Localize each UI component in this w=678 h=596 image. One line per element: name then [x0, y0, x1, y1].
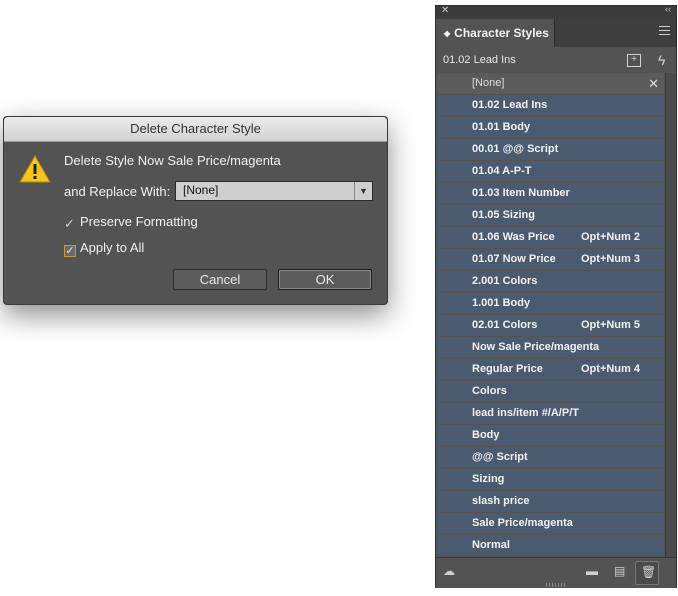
style-name: 2.001 Colors	[472, 275, 538, 287]
list-item[interactable]: @@ Script	[437, 447, 664, 468]
delete-style-button[interactable]: 🗑	[635, 561, 659, 585]
cloud-icon[interactable]: ☁	[443, 564, 455, 578]
style-name: Now Sale Price/magenta	[472, 341, 600, 353]
new-style-from-selection-icon[interactable]: +	[627, 54, 641, 67]
checkmark-icon: ✓	[64, 245, 76, 257]
list-item[interactable]: Now Sale Price/magenta	[437, 337, 664, 358]
close-icon[interactable]: ✕	[441, 5, 449, 16]
list-item[interactable]: Regular Price Opt+Num 4	[437, 359, 664, 380]
list-item[interactable]: 2.001 Colors	[437, 271, 664, 292]
style-name: 02.01 Colors	[472, 319, 538, 331]
list-item[interactable]: 01.01 Body	[437, 117, 664, 138]
style-name: 00.01 @@ Script	[472, 143, 559, 155]
replace-style-select[interactable]: [None] ▼	[175, 181, 373, 201]
style-shortcut: Opt+Num 4	[581, 363, 640, 375]
list-item[interactable]: lead ins/item #/A/P/T	[437, 403, 664, 424]
preserve-formatting-checkbox[interactable]: ✓ Preserve Formatting	[64, 214, 198, 230]
list-item[interactable]: Sale Price/magenta	[437, 513, 664, 534]
style-name: 1.001 Body	[472, 297, 531, 309]
style-name: Sale Price/magenta	[472, 517, 573, 529]
list-item[interactable]: 02.01 Colors Opt+Num 5	[437, 315, 664, 336]
current-style-name: 01.02 Lead Ins	[443, 54, 516, 66]
style-name: 01.03 Item Number	[472, 187, 570, 199]
list-item[interactable]: slash price	[437, 491, 664, 512]
list-item[interactable]: Sizing	[437, 469, 664, 490]
tab-character-styles[interactable]: ◆ Character Styles	[436, 19, 555, 47]
style-name: Sizing	[472, 473, 505, 485]
warning-icon	[19, 155, 51, 183]
style-name: lead ins/item #/A/P/T	[472, 407, 579, 419]
collapse-icon[interactable]: ‹‹	[665, 4, 671, 14]
style-name: [None]	[472, 77, 505, 89]
apply-to-all-checkbox[interactable]: ✓ Apply to All	[64, 240, 144, 257]
style-name: 01.06 Was Price	[472, 231, 555, 243]
panel-top-strip: ✕ ‹‹	[436, 4, 676, 17]
expand-icon: ◆	[444, 29, 451, 38]
style-name: 01.01 Body	[472, 121, 531, 133]
panel-tab-bar: ◆ Character Styles	[436, 17, 676, 47]
style-shortcut: Opt+Num 2	[581, 231, 640, 243]
chevron-down-icon[interactable]: ▼	[354, 182, 372, 200]
panel-footer: ☁ ▬ ▤ 🗑	[436, 557, 676, 588]
trash-icon: 🗑	[641, 565, 657, 579]
new-style-icon[interactable]: ▤	[614, 564, 625, 578]
resize-grip[interactable]	[546, 583, 566, 587]
list-item[interactable]: 1.001 Body	[437, 293, 664, 314]
list-item[interactable]: Normal	[437, 535, 664, 556]
style-name: Body	[472, 429, 500, 441]
list-item[interactable]: 01.02 Lead Ins	[437, 95, 664, 116]
list-item[interactable]: 01.04 A-P-T	[437, 161, 664, 182]
no-edit-icon: ✕	[648, 76, 659, 91]
style-shortcut: Opt+Num 5	[581, 319, 640, 331]
panel-menu-icon[interactable]	[659, 26, 670, 35]
delete-message: Delete Style Now Sale Price/magenta	[64, 153, 281, 168]
replace-with-label: and Replace With:	[64, 184, 171, 199]
dialog-title: Delete Character Style	[4, 117, 387, 142]
style-shortcut: Opt+Num 3	[581, 253, 640, 265]
preserve-formatting-label: Preserve Formatting	[80, 214, 198, 229]
delete-character-style-dialog: Delete Character Style Delete Style Now …	[3, 116, 388, 305]
ok-button[interactable]: OK	[278, 269, 372, 290]
scrollbar[interactable]	[665, 73, 676, 557]
list-item[interactable]: 01.07 Now Price Opt+Num 3	[437, 249, 664, 270]
style-name: Colors	[472, 385, 507, 397]
replace-style-value: [None]	[183, 183, 219, 197]
list-item[interactable]: [None] ✕	[437, 73, 664, 94]
style-name: @@ Script	[472, 451, 528, 463]
list-item[interactable]: Body	[437, 425, 664, 446]
folder-icon[interactable]: ▬	[586, 564, 598, 578]
style-list: [None] ✕ 01.02 Lead Ins 01.01 Body 00.01 @@ …	[437, 73, 664, 557]
cancel-button[interactable]: Cancel	[173, 269, 267, 290]
style-name: 01.04 A-P-T	[472, 165, 532, 177]
style-name: 01.07 Now Price	[472, 253, 556, 265]
style-name: slash price	[472, 495, 530, 507]
lightning-icon[interactable]: ϟ	[658, 47, 665, 73]
style-name: Regular Price	[472, 363, 543, 375]
style-name: Normal	[472, 539, 510, 551]
list-item[interactable]: 01.06 Was Price Opt+Num 2	[437, 227, 664, 248]
list-item[interactable]: 01.05 Sizing	[437, 205, 664, 226]
character-styles-panel: ✕ ‹‹ ◆ Character Styles 01.02 Lead Ins + …	[435, 4, 677, 588]
current-style-bar: 01.02 Lead Ins + ϟ	[436, 47, 676, 73]
list-item[interactable]: Colors	[437, 381, 664, 402]
panel-title: Character Styles	[454, 26, 549, 40]
style-name: 01.02 Lead Ins	[472, 99, 548, 111]
style-name: 01.05 Sizing	[472, 209, 535, 221]
list-item[interactable]: 00.01 @@ Script	[437, 139, 664, 160]
apply-to-all-label: Apply to All	[80, 240, 145, 255]
list-item[interactable]: 01.03 Item Number	[437, 183, 664, 204]
checkmark-icon: ✓	[64, 216, 75, 231]
